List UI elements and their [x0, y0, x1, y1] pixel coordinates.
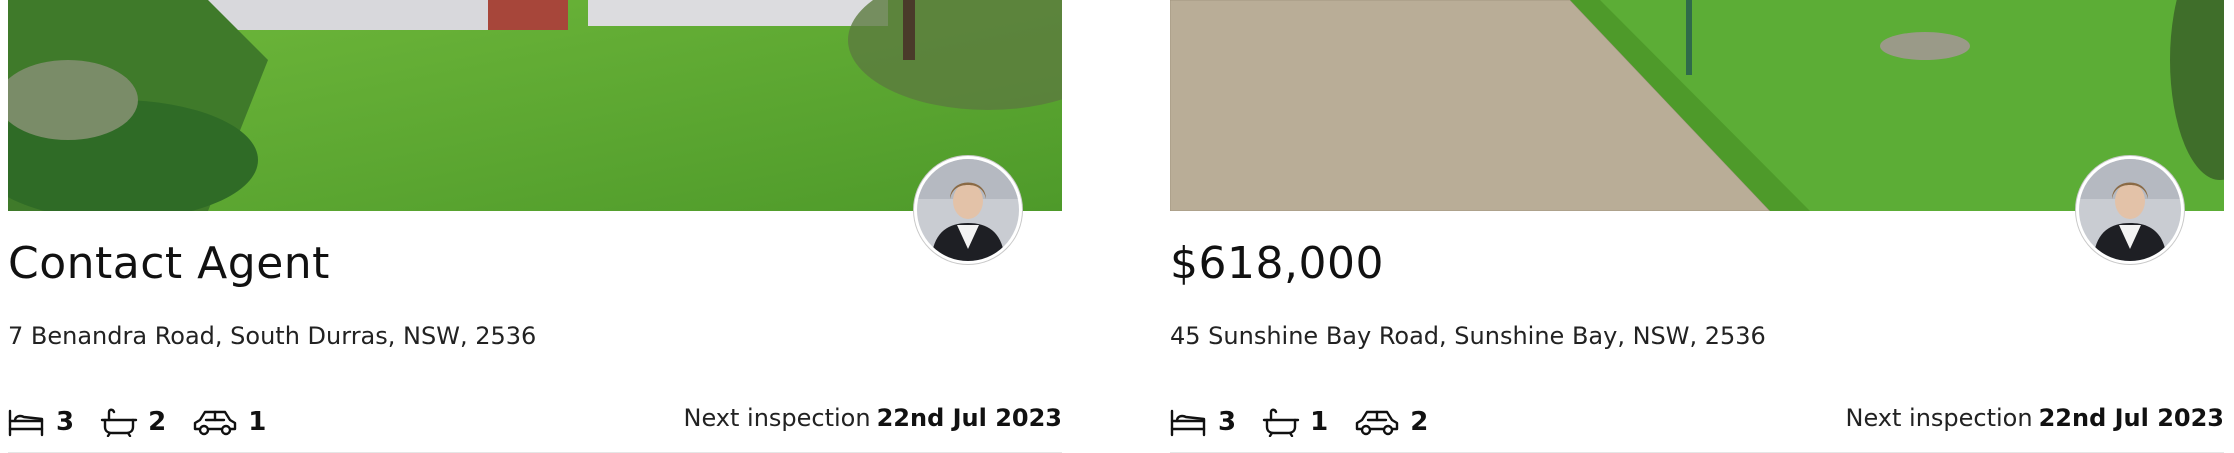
property-photo[interactable]: [8, 0, 1062, 211]
carspaces-count: 1: [248, 407, 267, 437]
inspection-label: Next inspection: [1845, 404, 2033, 432]
inspection-date: 22nd Jul 2023: [876, 404, 1062, 432]
next-inspection: Next inspection 22nd Jul 2023: [683, 404, 1062, 432]
car-icon: [192, 407, 238, 437]
agent-avatar[interactable]: [2076, 156, 2184, 264]
bathrooms-feature: 1: [1262, 407, 1328, 437]
bed-icon: [8, 407, 46, 437]
listing-features: 3 1 2: [1170, 402, 1454, 442]
listing-card[interactable]: Contact Agent 7 Benandra Road, South Dur…: [8, 0, 1062, 453]
bathrooms-feature: 2: [100, 407, 166, 437]
bedrooms-feature: 3: [1170, 407, 1236, 437]
agent-avatar[interactable]: [914, 156, 1022, 264]
listing-features: 3 2 1: [8, 402, 292, 442]
bathrooms-count: 2: [148, 407, 167, 437]
car-icon: [1354, 407, 1400, 437]
listing-address[interactable]: 7 Benandra Road, South Durras, NSW, 2536: [8, 322, 536, 350]
carspaces-feature: 1: [192, 407, 266, 437]
listing-price: $618,000: [1170, 238, 1384, 289]
bedrooms-count: 3: [56, 407, 75, 437]
bed-icon: [1170, 407, 1208, 437]
property-photo[interactable]: [1170, 0, 2224, 211]
bath-icon: [100, 407, 138, 437]
inspection-date: 22nd Jul 2023: [2038, 404, 2224, 432]
bedrooms-count: 3: [1218, 407, 1237, 437]
listing-price: Contact Agent: [8, 238, 330, 289]
carspaces-count: 2: [1410, 407, 1429, 437]
next-inspection: Next inspection 22nd Jul 2023: [1845, 404, 2224, 432]
bathrooms-count: 1: [1310, 407, 1329, 437]
inspection-label: Next inspection: [683, 404, 871, 432]
listing-card[interactable]: $618,000 45 Sunshine Bay Road, Sunshine …: [1170, 0, 2224, 453]
carspaces-feature: 2: [1354, 407, 1428, 437]
bedrooms-feature: 3: [8, 407, 74, 437]
bath-icon: [1262, 407, 1300, 437]
listing-address[interactable]: 45 Sunshine Bay Road, Sunshine Bay, NSW,…: [1170, 322, 1766, 350]
